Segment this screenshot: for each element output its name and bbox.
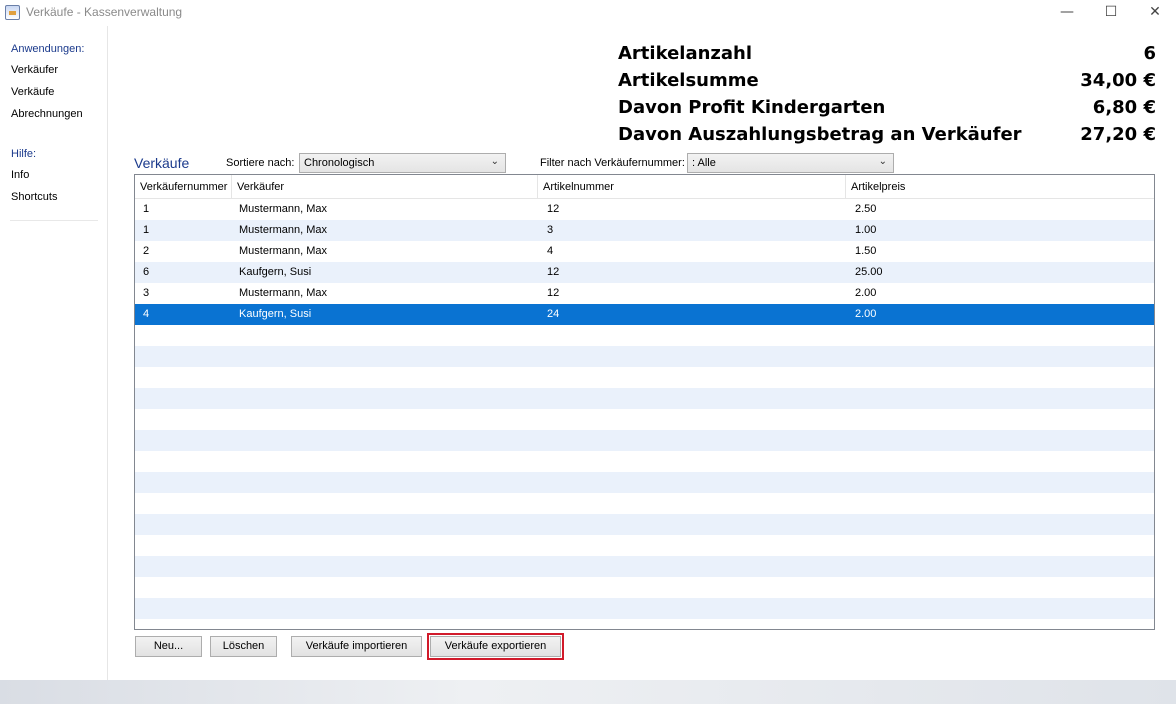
table-row[interactable]: 1 Mustermann, Max 3 1.00 — [135, 220, 1154, 241]
summary-value: 34,00 € — [1080, 70, 1156, 91]
column-header-article-price[interactable]: Artikelpreis — [846, 175, 1154, 199]
cell-seller: Mustermann, Max — [239, 245, 328, 257]
empty-row — [135, 598, 1154, 619]
empty-row — [135, 535, 1154, 556]
title-bar: Verkäufe - Kassenverwaltung — ☐ ✕ — [0, 0, 1176, 26]
app-icon — [5, 5, 20, 20]
summary-label: Artikelsumme — [618, 70, 759, 91]
sidebar-item-shortcuts[interactable]: Shortcuts — [11, 191, 57, 203]
summary-row-count: Artikelanzahl 6 — [618, 43, 1156, 70]
filter-label: Filter nach Verkäufernummer: — [540, 157, 685, 169]
column-header-article-number[interactable]: Artikelnummer — [538, 175, 846, 199]
window-bottom-edge — [0, 680, 1176, 704]
cell-seller-number: 3 — [143, 287, 150, 299]
cell-article-price: 2.00 — [855, 308, 877, 320]
summary-value: 6,80 € — [1092, 97, 1156, 118]
cell-article-number: 12 — [547, 266, 560, 278]
table-row[interactable]: 1 Mustermann, Max 12 2.50 — [135, 199, 1154, 220]
cell-article-number: 12 — [547, 287, 560, 299]
table-header: Verkäufernummer Verkäufer Artikelnummer … — [135, 175, 1154, 199]
table-row[interactable]: 3 Mustermann, Max 12 2.00 — [135, 283, 1154, 304]
close-button[interactable]: ✕ — [1132, 0, 1176, 26]
sidebar-item-abrechnungen[interactable]: Abrechnungen — [11, 108, 83, 120]
empty-row — [135, 346, 1154, 367]
cell-seller-number: 4 — [143, 308, 150, 320]
sort-dropdown-value: Chronologisch — [304, 157, 375, 169]
sidebar-divider — [10, 220, 98, 221]
summary-value: 6 — [1143, 43, 1156, 64]
table-row[interactable]: 2 Mustermann, Max 4 1.50 — [135, 241, 1154, 262]
empty-row — [135, 577, 1154, 598]
column-header-seller-number[interactable]: Verkäufernummer — [135, 175, 232, 199]
summary-panel: Artikelanzahl 6 Artikelsumme 34,00 € Dav… — [618, 43, 1156, 151]
maximize-button[interactable]: ☐ — [1088, 0, 1134, 26]
cell-article-number: 24 — [547, 308, 560, 320]
summary-label: Davon Profit Kindergarten — [618, 97, 886, 118]
column-header-seller[interactable]: Verkäufer — [232, 175, 538, 199]
table-row[interactable]: 4 Kaufgern, Susi 24 2.00 — [135, 304, 1154, 325]
import-sales-button[interactable]: Verkäufe importieren — [291, 636, 422, 657]
sidebar-heading-help: Hilfe: — [11, 148, 37, 160]
minimize-button[interactable]: — — [1044, 0, 1090, 26]
sales-section-title: Verkäufe — [134, 155, 190, 171]
cell-seller-number: 6 — [143, 266, 150, 278]
cell-seller: Mustermann, Max — [239, 287, 328, 299]
cell-seller: Mustermann, Max — [239, 224, 328, 236]
cell-seller: Kaufgern, Susi — [239, 308, 312, 320]
table-body: 1 Mustermann, Max 12 2.50 1 Mustermann, Max 3 1… — [135, 199, 1154, 619]
sort-dropdown[interactable]: Chronologisch ⌄ — [299, 153, 506, 173]
cell-article-price: 25.00 — [855, 266, 883, 278]
cell-seller: Mustermann, Max — [239, 203, 328, 215]
sort-label: Sortiere nach: — [226, 157, 295, 169]
filter-dropdown[interactable]: : Alle ⌄ — [687, 153, 894, 173]
summary-label: Artikelanzahl — [618, 43, 753, 64]
empty-row — [135, 430, 1154, 451]
main-panel: Artikelanzahl 6 Artikelsumme 34,00 € Dav… — [108, 26, 1176, 680]
empty-row — [135, 556, 1154, 577]
summary-row-payout: Davon Auszahlungsbetrag an Verkäufer 27,… — [618, 124, 1156, 151]
new-button[interactable]: Neu... — [135, 636, 202, 657]
cell-article-number: 4 — [547, 245, 554, 257]
sidebar-heading-apps: Anwendungen: — [11, 43, 85, 55]
empty-row — [135, 388, 1154, 409]
sidebar-item-verkaeufer[interactable]: Verkäufer — [11, 64, 58, 76]
cell-article-price: 2.50 — [855, 203, 877, 215]
sidebar-item-verkaeufe[interactable]: Verkäufe — [11, 86, 54, 98]
empty-row — [135, 367, 1154, 388]
app-window: Verkäufe - Kassenverwaltung — ☐ ✕ Anwend… — [0, 0, 1176, 704]
sidebar: Anwendungen: Verkäufer Verkäufe Abrechnu… — [0, 26, 108, 680]
empty-row — [135, 451, 1154, 472]
summary-label: Davon Auszahlungsbetrag an Verkäufer — [618, 124, 1022, 145]
summary-value: 27,20 € — [1080, 124, 1156, 145]
cell-article-price: 1.00 — [855, 224, 877, 236]
cell-seller-number: 2 — [143, 245, 150, 257]
cell-article-price: 1.50 — [855, 245, 877, 257]
cell-article-number: 12 — [547, 203, 560, 215]
empty-row — [135, 514, 1154, 535]
empty-row — [135, 409, 1154, 430]
empty-row — [135, 493, 1154, 514]
cell-seller: Kaufgern, Susi — [239, 266, 312, 278]
chevron-down-icon: ⌄ — [490, 156, 499, 167]
table-row[interactable]: 6 Kaufgern, Susi 12 25.00 — [135, 262, 1154, 283]
window-title: Verkäufe - Kassenverwaltung — [26, 5, 183, 19]
empty-row — [135, 325, 1154, 346]
chevron-down-icon: ⌄ — [878, 156, 887, 167]
sidebar-item-info[interactable]: Info — [11, 169, 29, 181]
sales-table[interactable]: Verkäufernummer Verkäufer Artikelnummer … — [134, 174, 1155, 630]
filter-dropdown-value: : Alle — [692, 157, 716, 169]
delete-button[interactable]: Löschen — [210, 636, 277, 657]
summary-row-total: Artikelsumme 34,00 € — [618, 70, 1156, 97]
summary-row-profit: Davon Profit Kindergarten 6,80 € — [618, 97, 1156, 124]
cell-seller-number: 1 — [143, 224, 150, 236]
cell-seller-number: 1 — [143, 203, 150, 215]
cell-article-price: 2.00 — [855, 287, 877, 299]
empty-row — [135, 472, 1154, 493]
cell-article-number: 3 — [547, 224, 554, 236]
export-sales-button[interactable]: Verkäufe exportieren — [430, 636, 561, 657]
